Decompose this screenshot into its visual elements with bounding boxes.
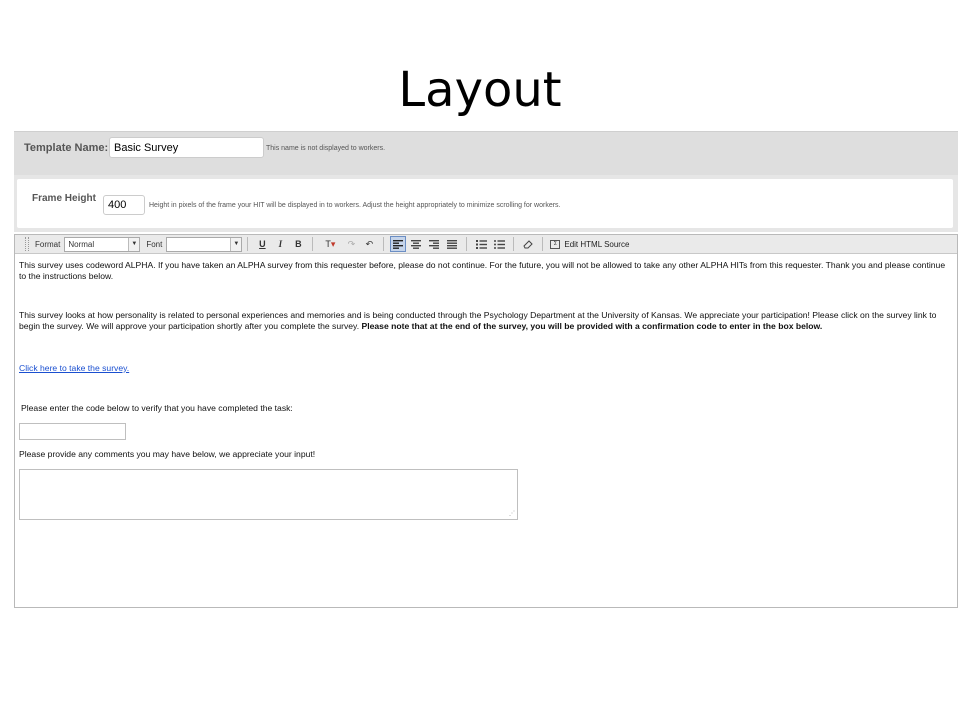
grip-icon[interactable] xyxy=(25,237,29,251)
comments-textarea[interactable]: ⋰ xyxy=(19,469,518,520)
frame-height-box: Frame Height Height in pixels of the fra… xyxy=(17,179,953,228)
redo-icon: ↷ xyxy=(347,238,356,249)
eraser-icon xyxy=(523,240,534,249)
frame-height-input[interactable] xyxy=(103,195,145,215)
ordered-list-button[interactable] xyxy=(473,236,489,252)
toolbar-divider xyxy=(466,237,468,251)
redo-button[interactable]: ↷ xyxy=(343,236,359,252)
toolbar-divider xyxy=(383,237,385,251)
chevron-down-icon: ▼ xyxy=(128,237,140,251)
toolbar-divider xyxy=(247,237,249,251)
format-label: Format xyxy=(35,239,61,249)
verification-code-input[interactable] xyxy=(19,423,126,440)
text-color-icon: T▾ xyxy=(325,238,336,249)
edit-html-source-label: Edit HTML Source xyxy=(564,239,630,249)
italic-button[interactable]: I xyxy=(272,236,288,252)
template-name-input[interactable] xyxy=(109,137,264,158)
editor-toolbar: Format Normal ▼ Font ▼ U I B T▾ ↷ ↶ Σ Ed… xyxy=(15,235,957,254)
format-select-value: Normal xyxy=(68,239,95,249)
align-left-icon xyxy=(393,239,404,249)
template-name-label: Template Name: xyxy=(24,142,109,154)
format-select[interactable]: Normal ▼ xyxy=(64,236,141,252)
survey-link[interactable]: Click here to take the survey. xyxy=(19,363,129,374)
text-color-button[interactable]: T▾ xyxy=(319,236,341,252)
align-right-icon xyxy=(429,239,440,249)
align-left-button[interactable] xyxy=(390,236,407,252)
toolbar-divider xyxy=(513,237,515,251)
frame-height-label: Frame Height xyxy=(32,193,96,204)
align-center-icon xyxy=(411,239,422,249)
bold-button[interactable]: B xyxy=(290,236,306,252)
frame-height-hint: Height in pixels of the frame your HIT w… xyxy=(149,202,561,209)
frame-height-panel: Frame Height Height in pixels of the fra… xyxy=(14,175,958,232)
toolbar-divider xyxy=(542,237,544,251)
undo-icon: ↶ xyxy=(365,238,374,249)
verify-code-label: Please enter the code below to verify th… xyxy=(21,403,293,413)
template-name-hint: This name is not displayed to workers. xyxy=(266,145,386,152)
font-label: Font xyxy=(146,239,163,249)
remove-format-button[interactable] xyxy=(520,236,536,252)
underline-button[interactable]: U xyxy=(254,236,270,252)
align-justify-button[interactable] xyxy=(444,236,460,252)
align-right-button[interactable] xyxy=(426,236,442,252)
codeword-paragraph: This survey uses codeword ALPHA. If you … xyxy=(19,260,946,281)
font-select[interactable]: ▼ xyxy=(166,236,243,252)
resize-handle-icon[interactable]: ⋰ xyxy=(509,511,515,517)
html-source-icon: Σ xyxy=(550,239,561,249)
template-name-panel: Template Name: This name is not displaye… xyxy=(14,131,958,175)
align-center-button[interactable] xyxy=(408,236,424,252)
chevron-down-icon: ▼ xyxy=(230,237,242,251)
edit-html-source-button[interactable]: Σ Edit HTML Source xyxy=(550,239,630,249)
unordered-list-icon xyxy=(493,239,505,249)
description-paragraph: This survey looks at how personality is … xyxy=(19,310,953,332)
comments-label: Please provide any comments you may have… xyxy=(19,449,316,459)
align-justify-icon xyxy=(447,239,458,249)
toolbar-divider xyxy=(312,237,314,251)
undo-button[interactable]: ↶ xyxy=(361,236,377,252)
slide-title: Layout xyxy=(398,62,562,118)
unordered-list-button[interactable] xyxy=(491,236,507,252)
rich-text-editor: Format Normal ▼ Font ▼ U I B T▾ ↷ ↶ Σ Ed… xyxy=(14,234,958,608)
confirmation-note: Please note that at the end of the surve… xyxy=(361,321,823,331)
ordered-list-icon xyxy=(475,239,487,249)
